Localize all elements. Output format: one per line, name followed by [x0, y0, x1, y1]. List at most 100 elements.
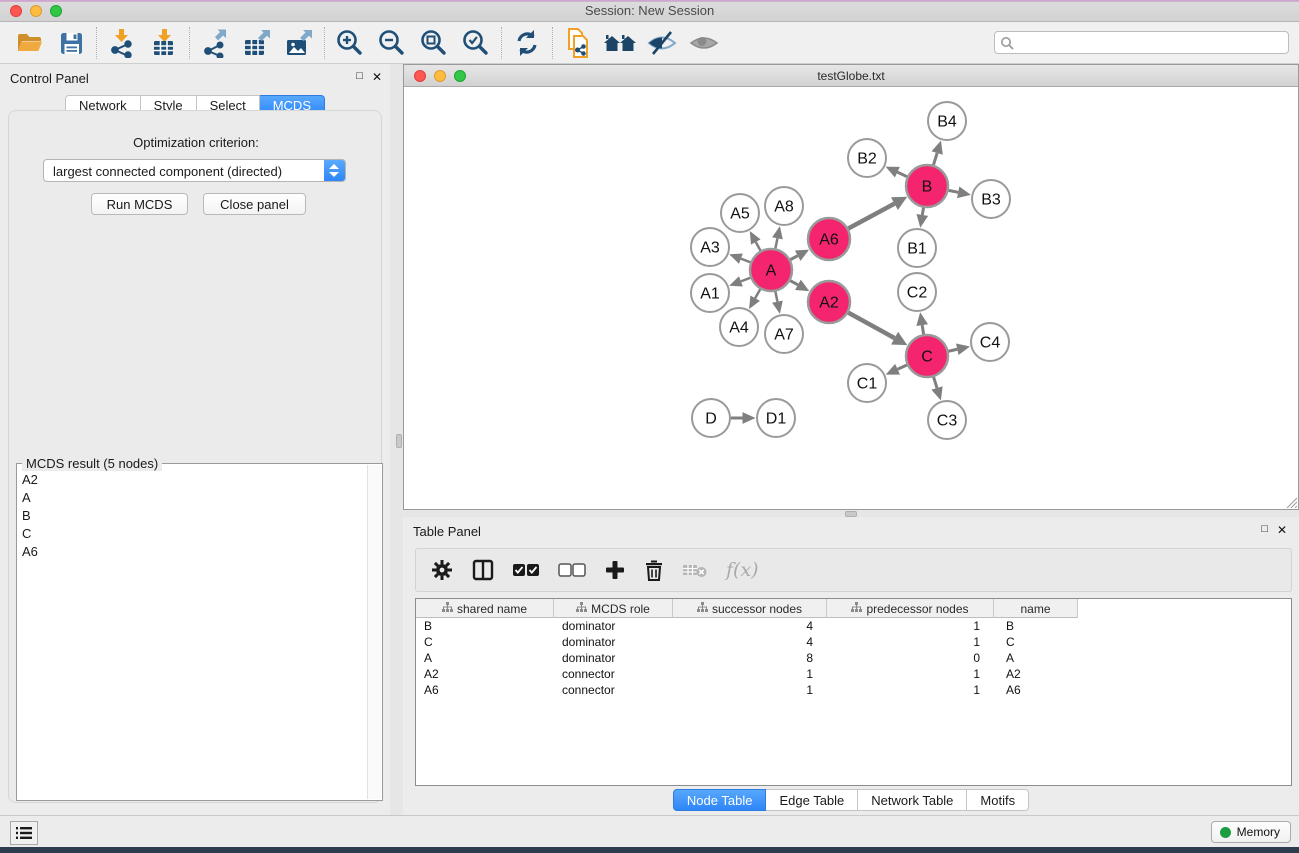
network-graph[interactable]: B4B2BB3A8A5A6A3B1AA1C2A2A4A7C4CC1C3DD1: [404, 87, 1298, 510]
table-row[interactable]: Adominator80A: [416, 650, 1078, 666]
home-icon[interactable]: [599, 25, 641, 61]
refresh-icon[interactable]: [506, 25, 548, 61]
gear-icon[interactable]: [430, 558, 454, 582]
edge-A6-B[interactable]: [848, 204, 894, 229]
edge-A-A6[interactable]: [790, 256, 797, 260]
column-header-successor-nodes[interactable]: successor nodes: [673, 599, 827, 618]
result-item[interactable]: A: [18, 488, 364, 506]
import-network-icon[interactable]: [101, 25, 143, 61]
table-tab-edge-table[interactable]: Edge Table: [766, 789, 858, 811]
edge-B-B2[interactable]: [897, 172, 907, 177]
delete-icon[interactable]: [644, 558, 664, 582]
table-cell: 1: [827, 666, 994, 682]
edge-B-B3[interactable]: [949, 190, 959, 192]
memory-button[interactable]: Memory: [1211, 821, 1291, 843]
edge-C-C3[interactable]: [934, 377, 937, 388]
zoom-fit-icon[interactable]: [413, 25, 455, 61]
table-tabs: Node TableEdge TableNetwork TableMotifs: [403, 789, 1299, 811]
export-network-icon[interactable]: [194, 25, 236, 61]
search-input[interactable]: [1019, 34, 1281, 51]
node-label-A8: A8: [774, 199, 794, 216]
run-mcds-button[interactable]: Run MCDS: [91, 193, 188, 215]
select-stepper-icon: [324, 160, 345, 181]
desktop-vscroll-thumb[interactable]: [396, 434, 402, 448]
table-cell: 1: [673, 682, 827, 698]
save-icon[interactable]: [50, 25, 92, 61]
node-label-B1: B1: [907, 241, 927, 258]
float-panel-icon[interactable]: □: [356, 70, 363, 84]
open-folder-icon[interactable]: [8, 25, 50, 61]
export-image-icon[interactable]: [278, 25, 320, 61]
table-tab-network-table[interactable]: Network Table: [858, 789, 967, 811]
close-panel-button[interactable]: Close panel: [203, 193, 306, 215]
hide-detail-icon[interactable]: [641, 25, 683, 61]
table-row[interactable]: A6connector11A6: [416, 682, 1078, 698]
task-history-button[interactable]: [10, 821, 38, 845]
delete-table-icon: [682, 561, 708, 579]
add-icon[interactable]: [604, 559, 626, 581]
close-panel-icon[interactable]: ✕: [372, 70, 382, 84]
result-item[interactable]: C: [18, 524, 364, 542]
node-label-B3: B3: [981, 192, 1001, 209]
column-header-MCDS-role[interactable]: MCDS role: [554, 599, 673, 618]
edge-C-C1[interactable]: [898, 365, 907, 369]
table-tab-motifs[interactable]: Motifs: [967, 789, 1029, 811]
search-field[interactable]: [994, 31, 1289, 54]
edge-A-A5[interactable]: [756, 242, 761, 251]
result-item[interactable]: A2: [18, 470, 364, 488]
table-cell: 1: [827, 634, 994, 650]
export-table-icon[interactable]: [236, 25, 278, 61]
edge-A-A7[interactable]: [775, 292, 777, 302]
toolbar-separator: [189, 27, 190, 59]
node-label-B4: B4: [937, 114, 957, 131]
table-row[interactable]: Bdominator41B: [416, 618, 1078, 634]
edge-A-A1[interactable]: [741, 278, 751, 282]
column-header-name[interactable]: name: [994, 599, 1078, 618]
table-row[interactable]: Cdominator41C: [416, 634, 1078, 650]
edge-A-A2[interactable]: [790, 281, 798, 285]
deselect-all-icon[interactable]: [558, 563, 586, 577]
result-scrollbar[interactable]: [367, 465, 381, 799]
column-header-shared-name[interactable]: shared name: [416, 599, 554, 618]
result-item[interactable]: A6: [18, 542, 364, 560]
float-table-panel-icon[interactable]: □: [1261, 523, 1268, 537]
status-bar: Memory: [0, 815, 1299, 847]
table-cell: 1: [827, 682, 994, 698]
optimization-criterion-select[interactable]: largest connected component (directed): [43, 159, 346, 182]
toolbar-separator: [324, 27, 325, 59]
eye-icon[interactable]: [683, 25, 725, 61]
select-all-icon[interactable]: [512, 563, 540, 577]
table-cell: C: [416, 634, 554, 650]
edge-C-C2[interactable]: [922, 325, 923, 334]
table-cell: C: [994, 634, 1078, 650]
import-table-icon[interactable]: [143, 25, 185, 61]
resize-grip-icon[interactable]: [1284, 495, 1297, 508]
clone-network-icon[interactable]: [557, 25, 599, 61]
network-window-titlebar[interactable]: testGlobe.txt: [404, 65, 1298, 87]
arrowhead-icon: [931, 386, 942, 400]
table-cell: connector: [554, 666, 673, 682]
zoom-out-icon[interactable]: [371, 25, 413, 61]
arrowhead-icon: [957, 187, 971, 199]
edge-A-A8[interactable]: [775, 238, 777, 248]
edge-A2-C[interactable]: [848, 313, 894, 339]
edge-C-C4[interactable]: [948, 349, 957, 351]
table-cell: A: [994, 650, 1078, 666]
mcds-result-title: MCDS result (5 nodes): [22, 456, 162, 471]
table-row[interactable]: A2connector11A2: [416, 666, 1078, 682]
table-cell: 1: [673, 666, 827, 682]
result-item[interactable]: B: [18, 506, 364, 524]
zoom-selected-icon[interactable]: [455, 25, 497, 61]
arrowhead-icon: [729, 276, 743, 286]
node-label-A4: A4: [729, 320, 749, 337]
edge-B-B4[interactable]: [933, 153, 937, 165]
edge-A-A3[interactable]: [741, 259, 751, 263]
desktop-background-strip: [0, 847, 1299, 853]
column-header-predecessor-nodes[interactable]: predecessor nodes: [827, 599, 994, 618]
column-table-icon[interactable]: [472, 558, 494, 582]
edge-A-A4[interactable]: [755, 289, 760, 298]
close-table-panel-icon[interactable]: ✕: [1277, 523, 1287, 537]
zoom-in-icon[interactable]: [329, 25, 371, 61]
edge-B-B1[interactable]: [922, 208, 923, 215]
table-tab-node-table[interactable]: Node Table: [673, 789, 767, 811]
